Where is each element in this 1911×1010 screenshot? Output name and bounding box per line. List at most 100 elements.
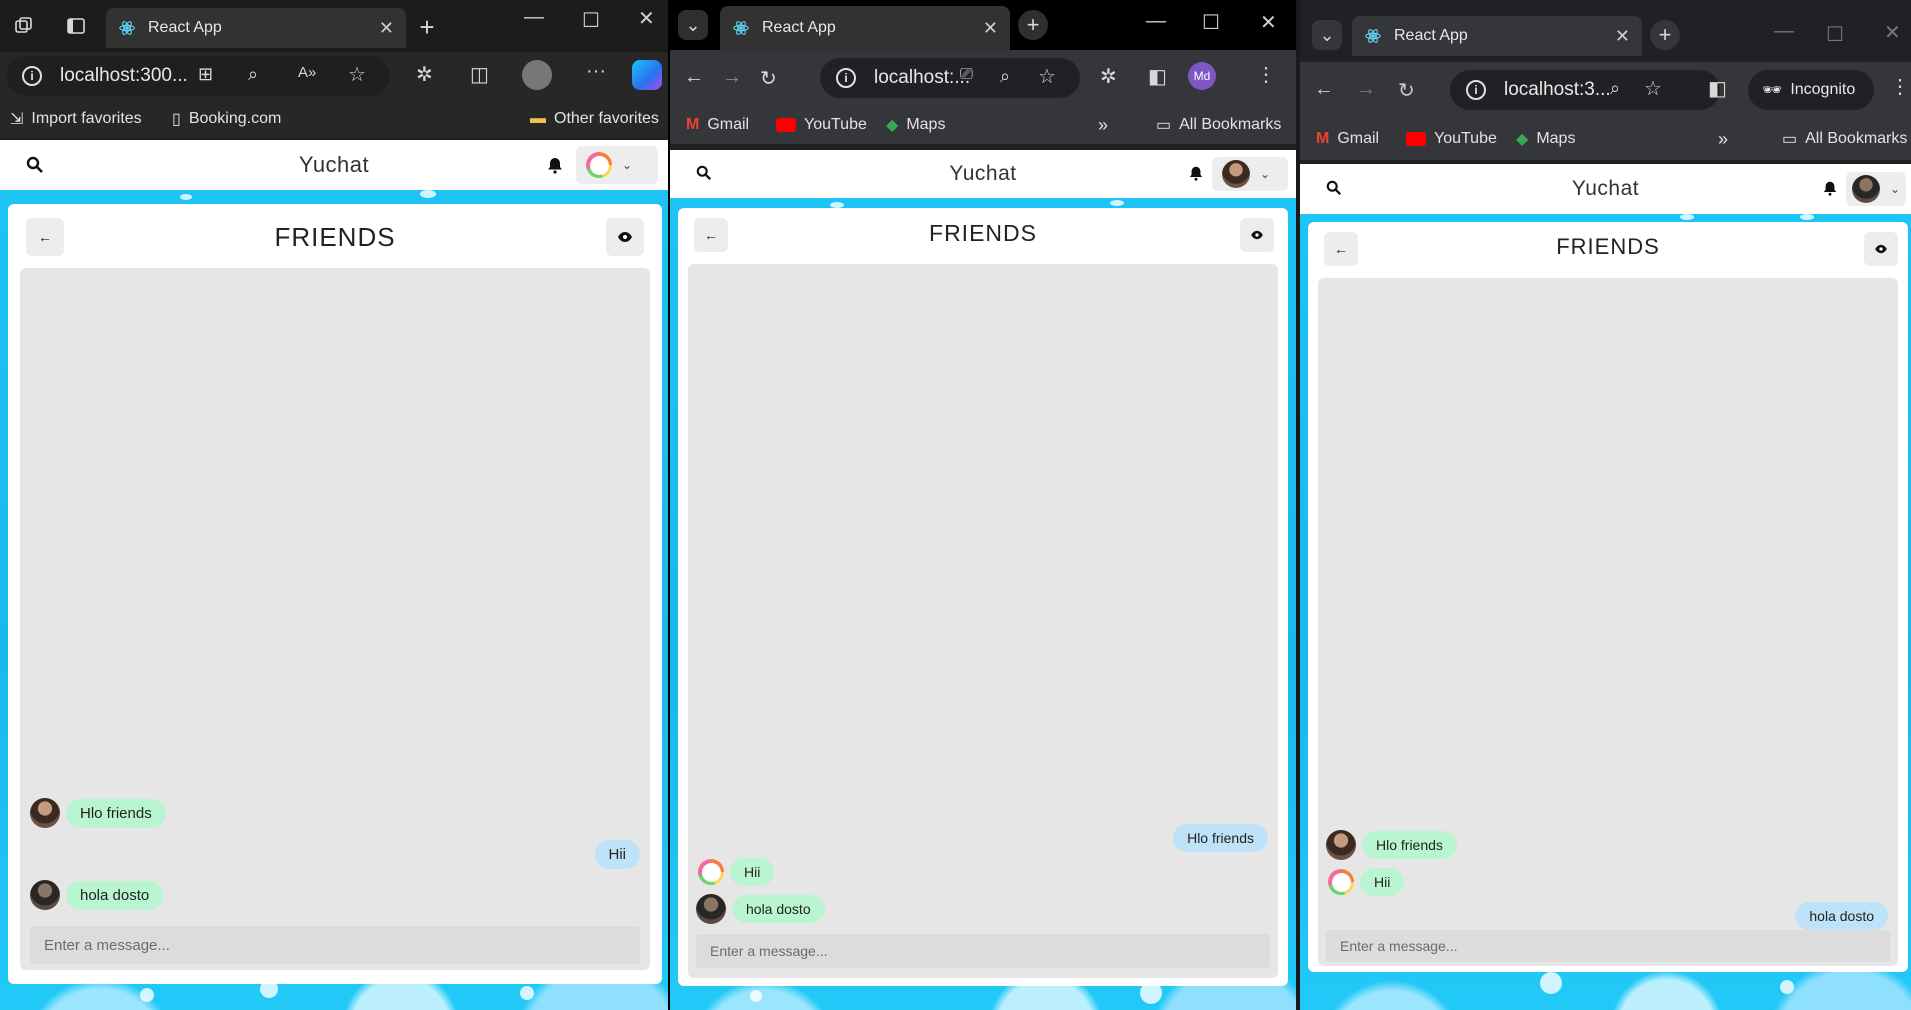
avatar — [30, 880, 60, 910]
maps-pin-icon: ◆ — [1516, 131, 1529, 148]
close-tab-icon[interactable]: ✕ — [1615, 26, 1630, 47]
notification-bell-icon[interactable] — [546, 156, 564, 174]
bookmark-all-bookmarks[interactable]: ▭ All Bookmarks — [1782, 129, 1907, 149]
message-input[interactable] — [696, 934, 1270, 968]
site-info-icon[interactable]: i — [1466, 80, 1486, 100]
avatar — [1328, 869, 1354, 895]
import-icon: ⇲ — [10, 111, 24, 128]
youtube-icon — [776, 118, 796, 132]
more-bookmarks-icon[interactable]: » — [1718, 129, 1728, 150]
profile-avatar-icon[interactable]: Md — [1188, 62, 1216, 90]
bookmark-star-icon[interactable]: ☆ — [1038, 64, 1056, 89]
close-window-button[interactable]: ✕ — [1884, 20, 1901, 45]
tab-react-app[interactable]: React App ✕ — [1352, 16, 1642, 56]
youtube-icon — [1406, 132, 1426, 146]
react-logo-icon — [1365, 29, 1381, 43]
close-window-button[interactable]: ✕ — [1260, 10, 1277, 35]
favorite-star-icon[interactable]: ☆ — [348, 62, 366, 87]
tab-actions-icon[interactable] — [64, 14, 88, 38]
maximize-button[interactable]: ☐ — [1826, 22, 1844, 47]
search-icon[interactable] — [26, 156, 44, 174]
more-menu-icon[interactable]: ⋮ — [1256, 62, 1276, 87]
profile-menu-button[interactable]: ⌄ — [576, 146, 658, 184]
message-input[interactable] — [30, 926, 640, 964]
bookmarks-bar: M Gmail YouTube ◆ Maps » ▭ All Bookmarks — [1300, 118, 1911, 160]
incognito-icon: 🕶 — [1762, 82, 1783, 99]
new-tab-button[interactable]: + — [414, 12, 440, 42]
tab-search-chevron-icon[interactable]: ⌄ — [678, 10, 708, 40]
back-nav-icon[interactable]: ← — [684, 66, 704, 89]
message-input[interactable] — [1326, 930, 1890, 962]
bookmark-import-favorites[interactable]: ⇲ Import favorites — [10, 109, 142, 129]
zoom-icon[interactable]: ⌕ — [1610, 78, 1620, 99]
workspaces-icon[interactable] — [12, 14, 36, 38]
bookmark-maps[interactable]: ◆ Maps — [886, 115, 945, 135]
tab-search-chevron-icon[interactable]: ⌄ — [1312, 20, 1342, 50]
gmail-icon: M — [1316, 130, 1330, 147]
bookmark-gmail[interactable]: M Gmail — [1316, 130, 1379, 148]
minimize-button[interactable]: — — [1774, 20, 1794, 43]
view-eye-button[interactable] — [1864, 232, 1898, 266]
bookmark-other-favorites[interactable]: ▬ Other favorites — [530, 110, 659, 128]
minimize-button[interactable]: — — [1146, 10, 1166, 33]
view-eye-button[interactable] — [606, 218, 644, 256]
side-panel-icon[interactable]: ◧ — [1148, 64, 1167, 89]
site-info-icon[interactable]: i — [22, 66, 42, 86]
search-icon[interactable] — [1326, 180, 1344, 198]
minimize-button[interactable]: — — [524, 6, 544, 29]
install-app-icon[interactable]: ⎚ — [960, 66, 973, 84]
close-tab-icon[interactable]: ✕ — [379, 18, 394, 39]
view-eye-button[interactable] — [1240, 218, 1274, 252]
avatar — [586, 152, 612, 178]
bookmark-youtube[interactable]: YouTube — [776, 116, 867, 134]
app-available-icon[interactable]: ⊞ — [198, 64, 213, 85]
read-aloud-icon[interactable]: A» — [298, 64, 316, 81]
app-brand: Yuchat — [1571, 177, 1640, 200]
zoom-icon[interactable]: ⌕ — [1000, 66, 1010, 87]
profile-avatar-icon[interactable] — [522, 60, 552, 90]
bookmark-star-icon[interactable]: ☆ — [1644, 76, 1662, 101]
incognito-indicator[interactable]: 🕶 Incognito — [1748, 70, 1874, 110]
copilot-icon[interactable] — [632, 60, 662, 90]
forward-nav-icon[interactable]: → — [722, 66, 742, 89]
profile-menu-button[interactable]: ⌄ — [1212, 157, 1288, 191]
react-logo-icon — [119, 21, 135, 35]
close-tab-icon[interactable]: ✕ — [983, 18, 998, 39]
split-screen-icon[interactable]: ◫ — [470, 62, 489, 87]
bookmark-gmail[interactable]: M Gmail — [686, 116, 749, 134]
more-bookmarks-icon[interactable]: » — [1098, 115, 1108, 136]
bookmark-maps[interactable]: ◆ Maps — [1516, 129, 1575, 149]
bookmark-booking[interactable]: ▯ Booking.com — [172, 109, 281, 129]
more-menu-icon[interactable]: ··· — [586, 60, 606, 83]
bookmarks-bar: M Gmail YouTube ◆ Maps » ▭ All Bookmarks — [670, 106, 1296, 144]
back-nav-icon[interactable]: ← — [1314, 78, 1334, 101]
address-bar[interactable]: i localhost:3... — [1450, 70, 1720, 110]
more-menu-icon[interactable]: ⋮ — [1890, 74, 1910, 99]
message-bubble: Hii — [1360, 868, 1405, 896]
maximize-button[interactable]: ☐ — [582, 8, 600, 33]
new-tab-button[interactable]: + — [1650, 20, 1680, 50]
maps-pin-icon: ◆ — [886, 117, 899, 134]
side-panel-icon[interactable]: ◧ — [1708, 76, 1727, 101]
reload-icon[interactable]: ↻ — [1398, 78, 1415, 103]
bookmark-youtube[interactable]: YouTube — [1406, 130, 1497, 148]
extensions-icon[interactable]: ✲ — [416, 62, 433, 87]
reload-icon[interactable]: ↻ — [760, 66, 777, 91]
forward-nav-icon[interactable]: → — [1356, 78, 1376, 101]
new-tab-button[interactable]: + — [1018, 10, 1048, 40]
maximize-button[interactable]: ☐ — [1202, 10, 1220, 35]
tab-react-app[interactable]: React App ✕ — [720, 6, 1010, 50]
react-logo-icon — [733, 21, 749, 35]
notification-bell-icon[interactable] — [1188, 165, 1206, 183]
tab-react-app[interactable]: React App ✕ — [106, 8, 406, 48]
close-window-button[interactable]: ✕ — [638, 6, 655, 31]
site-info-icon[interactable]: i — [836, 68, 856, 88]
zoom-icon[interactable]: ⌕ — [248, 64, 258, 85]
avatar — [30, 798, 60, 828]
address-row: ← → ↻ i localhost:... ⎚ ⌕ ☆ ✲ ◧ Md ⋮ — [670, 50, 1296, 106]
profile-menu-button[interactable]: ⌄ — [1846, 172, 1906, 206]
extensions-icon[interactable]: ✲ — [1100, 64, 1117, 89]
search-icon[interactable] — [696, 165, 714, 183]
notification-bell-icon[interactable] — [1822, 180, 1840, 198]
bookmark-all-bookmarks[interactable]: ▭ All Bookmarks — [1156, 115, 1281, 135]
